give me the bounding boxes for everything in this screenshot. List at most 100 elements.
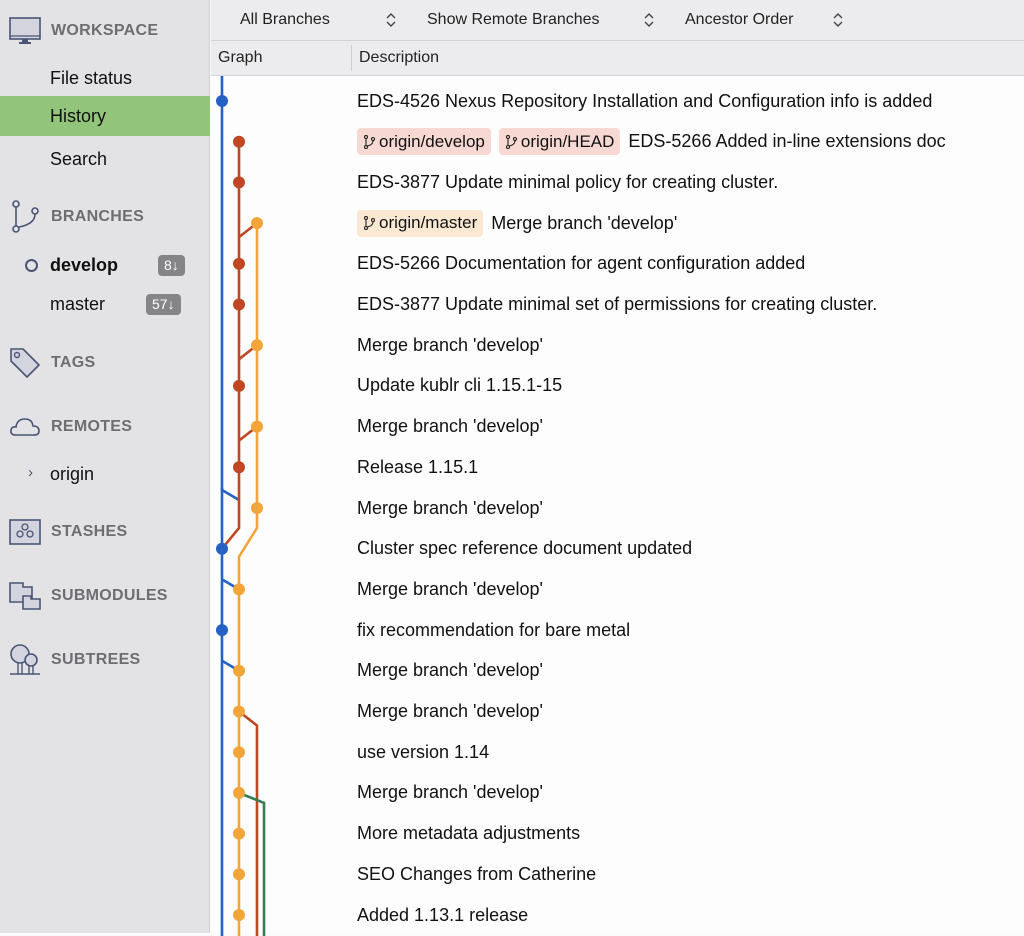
commit-row[interactable]: EDS-3877 Update minimal set of permissio…	[357, 285, 877, 325]
commit-row[interactable]: origin/master Merge branch 'develop'	[357, 203, 677, 243]
submodules-section-header[interactable]: SUBMODULES	[0, 581, 210, 611]
branch-icon	[363, 216, 375, 230]
sidebar: WORKSPACE File status History Search BRA…	[0, 0, 210, 933]
commit-row[interactable]: Release 1.15.1	[357, 447, 478, 487]
description-column-header[interactable]: Description	[359, 41, 439, 75]
commit-description: Cluster spec reference document updated	[357, 538, 692, 559]
commit-row[interactable]: More metadata adjustments	[357, 814, 580, 854]
commit-list[interactable]: EDS-4526 Nexus Repository Installation a…	[211, 76, 1024, 933]
remote-filter-value: Show Remote Branches	[427, 11, 600, 29]
column-divider[interactable]	[351, 45, 352, 71]
commit-row[interactable]: Merge branch 'develop'	[357, 569, 543, 609]
commit-row[interactable]: use version 1.14	[357, 732, 489, 772]
workspace-label: WORKSPACE	[51, 22, 158, 40]
remotes-section-header[interactable]: REMOTES	[0, 412, 210, 442]
commit-description: EDS-5266 Added in-line extensions doc	[628, 131, 945, 152]
commit-node[interactable]	[233, 176, 245, 188]
commit-description: EDS-5266 Documentation for agent configu…	[357, 253, 805, 274]
remotes-label: REMOTES	[51, 418, 132, 436]
commit-node[interactable]	[251, 217, 263, 229]
commit-node[interactable]	[233, 706, 245, 718]
remote-branch-tag[interactable]: origin/master	[357, 210, 483, 237]
commit-node[interactable]	[233, 583, 245, 595]
commit-node[interactable]	[251, 421, 263, 433]
commit-row[interactable]: EDS-3877 Update minimal policy for creat…	[357, 162, 778, 202]
remote-branches-dropdown[interactable]: Show Remote Branches	[427, 0, 667, 40]
commit-row[interactable]: Merge branch 'develop'	[357, 651, 543, 691]
commit-row[interactable]: Update kublr cli 1.15.1-15	[357, 366, 562, 406]
commit-row[interactable]: Merge branch 'develop'	[357, 407, 543, 447]
commit-node[interactable]	[233, 746, 245, 758]
sidebar-item-label: Search	[50, 149, 107, 170]
commit-description: use version 1.14	[357, 742, 489, 763]
tags-section-header[interactable]: TAGS	[0, 348, 210, 378]
commit-node[interactable]	[251, 339, 263, 351]
commit-row[interactable]: fix recommendation for bare metal	[357, 610, 630, 650]
commit-row[interactable]: SEO Changes from Catherine	[357, 854, 596, 894]
branch-filter-dropdown[interactable]: All Branches	[240, 0, 410, 40]
branch-icon	[9, 201, 41, 233]
commit-node[interactable]	[233, 299, 245, 311]
commit-row[interactable]: Cluster spec reference document updated	[357, 529, 692, 569]
subtrees-section-header[interactable]: SUBTREES	[0, 645, 210, 675]
remote-item-origin[interactable]: › origin	[0, 455, 210, 493]
order-dropdown[interactable]: Ancestor Order	[685, 0, 855, 40]
sidebar-item-file-status[interactable]: File status	[0, 59, 210, 97]
graph-column-header[interactable]: Graph	[218, 41, 262, 75]
commit-row[interactable]: Merge branch 'develop'	[357, 325, 543, 365]
sidebar-item-search[interactable]: Search	[0, 140, 210, 178]
commit-node[interactable]	[216, 543, 228, 555]
commit-node[interactable]	[233, 868, 245, 880]
commit-description: EDS-4526 Nexus Repository Installation a…	[357, 91, 932, 112]
graph-edge	[239, 712, 257, 936]
commit-row[interactable]: Merge branch 'develop'	[357, 692, 543, 732]
workspace-section-header[interactable]: WORKSPACE	[0, 16, 210, 46]
commit-description: More metadata adjustments	[357, 823, 580, 844]
commit-node[interactable]	[233, 909, 245, 921]
commit-node[interactable]	[233, 828, 245, 840]
stash-icon	[9, 516, 41, 548]
submodules-label: SUBMODULES	[51, 587, 168, 605]
submodule-icon	[9, 580, 41, 612]
order-value: Ancestor Order	[685, 11, 793, 29]
commit-row[interactable]: EDS-4526 Nexus Repository Installation a…	[357, 81, 932, 121]
branch-name: master	[50, 294, 105, 315]
behind-count-badge: 8↓	[158, 255, 185, 276]
stashes-section-header[interactable]: STASHES	[0, 517, 210, 547]
commit-node[interactable]	[216, 95, 228, 107]
commit-node[interactable]	[216, 624, 228, 636]
commit-description: Merge branch 'develop'	[357, 782, 543, 803]
branch-item-master[interactable]: master 57↓	[0, 285, 210, 323]
commit-description: Merge branch 'develop'	[357, 701, 543, 722]
commit-node[interactable]	[233, 461, 245, 473]
tree-icon	[9, 644, 41, 676]
commit-row[interactable]: Added 1.13.1 release	[357, 895, 528, 935]
branch-item-develop[interactable]: develop 8↓	[0, 246, 210, 284]
commit-description: Merge branch 'develop'	[357, 498, 543, 519]
commit-row[interactable]: EDS-5266 Documentation for agent configu…	[357, 244, 805, 284]
branch-icon	[505, 135, 517, 149]
commit-node[interactable]	[233, 665, 245, 677]
commit-description: EDS-3877 Update minimal policy for creat…	[357, 172, 778, 193]
remote-name: origin	[50, 464, 94, 485]
commit-node[interactable]	[233, 787, 245, 799]
commit-row[interactable]: Merge branch 'develop'	[357, 488, 543, 528]
commit-description: Added 1.13.1 release	[357, 905, 528, 926]
branch-icon	[363, 135, 375, 149]
toolbar: All Branches Show Remote Branches Ancest…	[211, 0, 1024, 41]
tag-label: origin/HEAD	[521, 132, 615, 152]
commit-description: Update kublr cli 1.15.1-15	[357, 375, 562, 396]
remote-branch-tag[interactable]: origin/HEAD	[499, 128, 621, 155]
commit-node[interactable]	[233, 136, 245, 148]
commit-node[interactable]	[251, 502, 263, 514]
remote-branch-tag[interactable]: origin/develop	[357, 128, 491, 155]
sidebar-item-history[interactable]: History	[0, 96, 210, 136]
commit-row[interactable]: origin/develop origin/HEAD EDS-5266 Added …	[357, 122, 946, 162]
commit-description: Merge branch 'develop'	[491, 213, 677, 234]
commit-node[interactable]	[233, 380, 245, 392]
commit-row[interactable]: Merge branch 'develop'	[357, 773, 543, 813]
commit-node[interactable]	[233, 258, 245, 270]
commit-description: Merge branch 'develop'	[357, 335, 543, 356]
chevron-right-icon[interactable]: ›	[28, 464, 33, 481]
branches-section-header[interactable]: BRANCHES	[0, 202, 210, 232]
